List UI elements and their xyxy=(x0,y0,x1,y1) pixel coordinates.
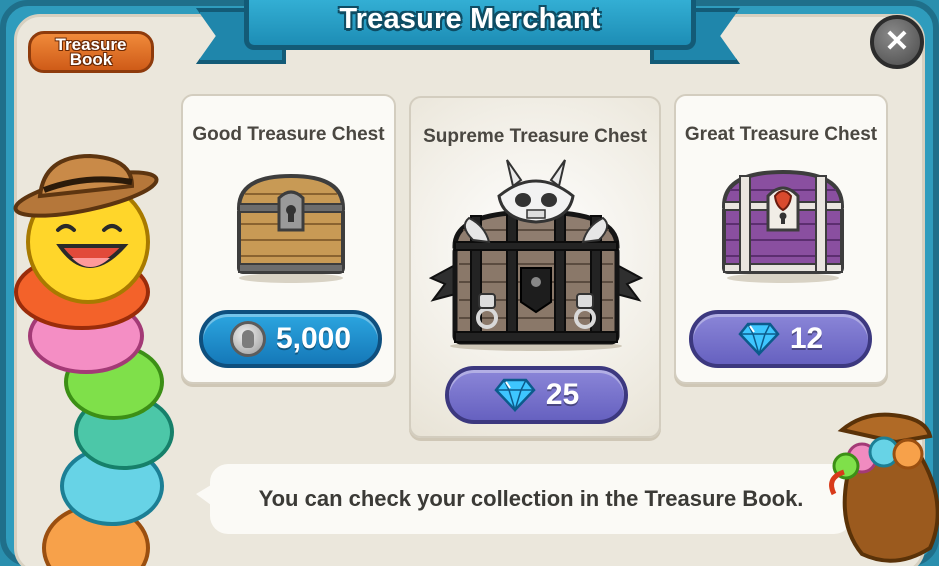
chest-title: Supreme Treasure Chest xyxy=(423,126,647,147)
buy-great-chest-button[interactable]: 12 xyxy=(689,310,872,368)
price-label: 5,000 xyxy=(275,322,352,355)
chest-card-supreme: Supreme Treasure Chest 25 xyxy=(409,96,661,438)
purple-chest-icon xyxy=(721,169,845,283)
price-label: 12 xyxy=(789,322,824,355)
treasure-bag-icon xyxy=(829,412,939,563)
coin-icon xyxy=(229,321,266,357)
price-label: 25 xyxy=(545,378,580,411)
close-button[interactable]: ✕ xyxy=(870,15,924,69)
title-ribbon: Treasure Merchant xyxy=(244,0,696,50)
dialog-title: Treasure Merchant xyxy=(339,3,601,35)
chest-title: Great Treasure Chest xyxy=(684,124,878,145)
speech-bubble: You can check your collection in the Tre… xyxy=(210,464,852,534)
merchant-message: You can check your collection in the Tre… xyxy=(258,486,804,511)
buy-good-chest-button[interactable]: 5,000 xyxy=(199,310,382,368)
chest-title: Good Treasure Chest xyxy=(192,124,385,145)
chest-card-great: Great Treasure Chest 12 xyxy=(674,94,888,384)
skull-chest-icon xyxy=(429,159,643,351)
chest-card-good: Good Treasure Chest 5,000 xyxy=(181,94,396,384)
treasure-book-button[interactable]: Treasure Book xyxy=(28,31,154,73)
gem-icon xyxy=(738,322,780,356)
close-icon: ✕ xyxy=(884,25,910,58)
gem-icon xyxy=(494,378,536,412)
caterpillar-merchant-character xyxy=(13,153,174,566)
wooden-chest-icon xyxy=(236,173,346,283)
buy-supreme-chest-button[interactable]: 25 xyxy=(445,366,628,424)
treasure-book-button-label: Treasure Book xyxy=(55,35,127,69)
